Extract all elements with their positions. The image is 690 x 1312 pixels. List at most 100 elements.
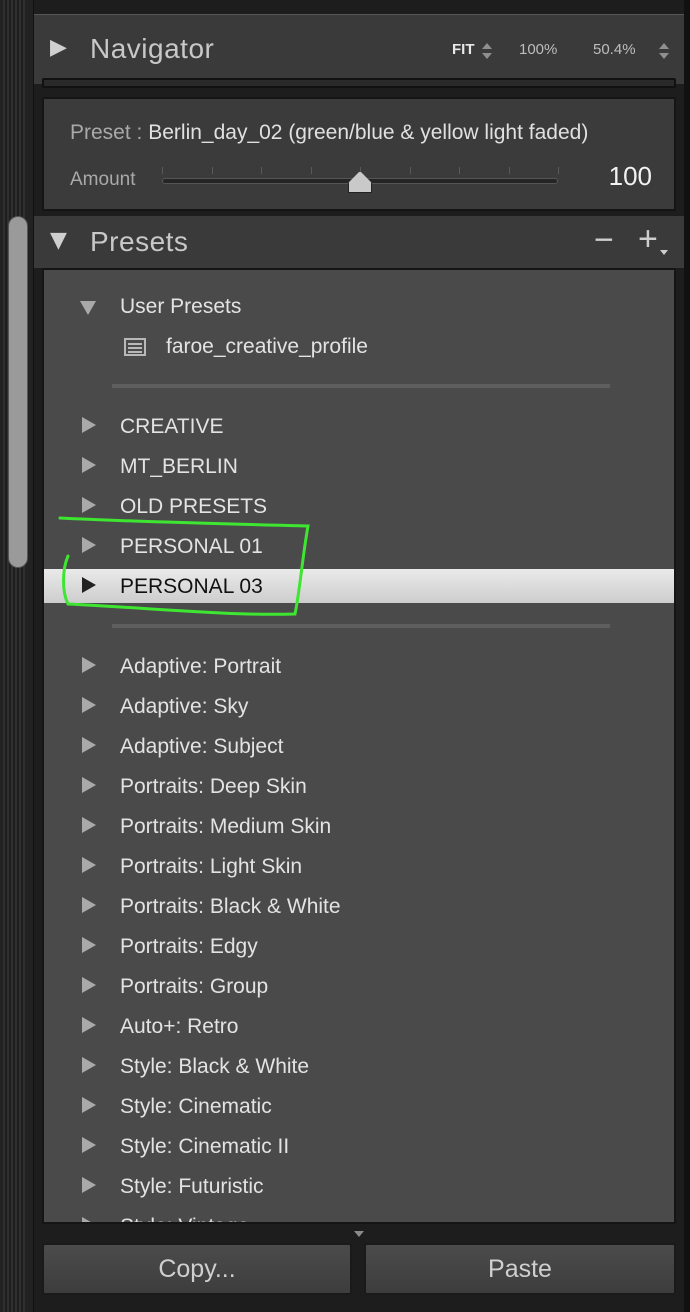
preset-group-row[interactable]: Auto+: Retro [44, 1009, 674, 1045]
preset-group-label: Style: Black & White [120, 1055, 310, 1078]
collapsed-triangle-icon[interactable] [82, 1177, 96, 1193]
preset-group-label: Portraits: Group [120, 975, 269, 998]
preset-list-icon [124, 338, 146, 356]
preset-list: User Presets faroe_creative_profile CREA… [42, 268, 676, 1224]
preset-group-row[interactable]: Portraits: Light Skin [44, 849, 674, 885]
folder-label: OLD PRESETS [120, 495, 268, 518]
list-divider [112, 384, 610, 388]
preset-group-row[interactable]: Style: Cinematic II [44, 1129, 674, 1165]
collapsed-triangle-icon[interactable] [82, 457, 96, 473]
paste-button[interactable]: Paste [364, 1243, 676, 1295]
presets-expand-triangle-icon[interactable]: ▼ [50, 228, 67, 253]
zoom-fit-option[interactable]: FIT [452, 41, 475, 58]
add-preset-dropdown-icon[interactable] [660, 250, 668, 255]
slider-tick [310, 167, 312, 174]
collapsed-triangle-icon[interactable] [82, 537, 96, 553]
preset-label: Preset : [70, 121, 143, 144]
collapsed-triangle-icon[interactable] [82, 417, 96, 433]
zoom-custom-spinner-icon[interactable] [659, 42, 669, 60]
preset-group-label: Style: Cinematic [120, 1095, 272, 1118]
preset-group-row[interactable]: Portraits: Black & White [44, 889, 674, 925]
amount-label: Amount [70, 169, 136, 190]
panel-scrollbar-thumb[interactable] [8, 216, 28, 568]
expanded-triangle-icon[interactable] [80, 301, 96, 315]
list-divider [112, 624, 610, 628]
preset-group-label: Adaptive: Sky [120, 695, 249, 718]
zoom-fit-spinner-icon[interactable] [482, 42, 492, 60]
preset-group-row[interactable]: Style: Cinematic [44, 1089, 674, 1125]
amount-value[interactable]: 100 [609, 161, 652, 192]
folder-old-presets[interactable]: OLD PRESETS [44, 489, 674, 525]
folder-personal-03[interactable]: PERSONAL 03 [44, 569, 674, 603]
preset-group-label: Portraits: Edgy [120, 935, 258, 958]
navigator-header[interactable]: ▶ Navigator FIT 100% 50.4% [34, 14, 684, 84]
panel-resize-caret-icon[interactable] [354, 1231, 364, 1237]
copy-button[interactable]: Copy... [42, 1243, 352, 1295]
collapsed-triangle-icon[interactable] [82, 497, 96, 513]
folder-label: CREATIVE [120, 415, 224, 438]
collapsed-triangle-icon[interactable] [82, 817, 96, 833]
slider-tick [508, 167, 510, 174]
group-user-presets[interactable]: User Presets [44, 289, 674, 325]
preset-group-label: Style: Futuristic [120, 1175, 264, 1198]
preset-group-row[interactable]: Portraits: Deep Skin [44, 769, 674, 805]
slider-tick [261, 167, 262, 174]
folder-label: MT_BERLIN [120, 455, 238, 478]
amount-slider-thumb[interactable] [348, 171, 372, 193]
navigator-collapse-triangle-icon[interactable]: ▶ [50, 35, 67, 60]
folder-label: PERSONAL 03 [120, 575, 263, 598]
collapsed-triangle-icon[interactable] [82, 1097, 96, 1113]
preset-group-row[interactable]: Style: Futuristic [44, 1169, 674, 1205]
preset-group-row[interactable]: Adaptive: Sky [44, 689, 674, 725]
collapsed-triangle-icon[interactable] [82, 1057, 96, 1073]
gutter-texture [3, 0, 25, 1312]
slider-tick [409, 167, 411, 174]
slider-tick [211, 167, 213, 174]
collapsed-triangle-icon[interactable] [82, 857, 96, 873]
collapsed-triangle-icon[interactable] [82, 697, 96, 713]
collapsed-triangle-icon[interactable] [82, 1017, 96, 1033]
panel-right-edge [684, 0, 690, 1312]
preset-group-label: Style: Cinematic II [120, 1135, 290, 1158]
zoom-100-option[interactable]: 100% [519, 41, 557, 58]
collapsed-triangle-icon[interactable] [82, 897, 96, 913]
collapsed-triangle-icon[interactable] [82, 657, 96, 673]
collapsed-triangle-icon[interactable] [82, 777, 96, 793]
folder-personal-01[interactable]: PERSONAL 01 [44, 529, 674, 565]
panel-scroll-gutter [0, 0, 34, 1312]
preset-group-label: Auto+: Retro [120, 1015, 239, 1038]
preset-group-row[interactable]: Portraits: Medium Skin [44, 809, 674, 845]
collapsed-triangle-icon[interactable] [82, 937, 96, 953]
folder-mt-berlin[interactable]: MT_BERLIN [44, 449, 674, 485]
slider-tick [162, 167, 163, 174]
collapsed-triangle-icon[interactable] [82, 1217, 96, 1222]
zoom-custom-option[interactable]: 50.4% [593, 41, 636, 58]
group-label: User Presets [120, 295, 242, 318]
preset-group-row[interactable]: Style: Black & White [44, 1049, 674, 1085]
slider-tick [459, 167, 460, 174]
collapsed-triangle-icon[interactable] [82, 1137, 96, 1153]
navigator-preview-collapsed [42, 78, 676, 88]
current-preset-line: Preset : Berlin_day_02 (green/blue & yel… [70, 121, 588, 145]
preset-group-row[interactable]: Portraits: Edgy [44, 929, 674, 965]
collapsed-triangle-icon[interactable] [82, 977, 96, 993]
preset-name: Berlin_day_02 (green/blue & yellow light… [148, 121, 589, 144]
preset-item-faroe-creative-profile[interactable]: faroe_creative_profile [44, 329, 674, 365]
folder-creative[interactable]: CREATIVE [44, 409, 674, 445]
preset-group-row[interactable]: Portraits: Group [44, 969, 674, 1005]
preset-item-label: faroe_creative_profile [166, 335, 368, 358]
preset-amount-panel: Preset : Berlin_day_02 (green/blue & yel… [42, 97, 676, 211]
folder-label: PERSONAL 01 [120, 535, 263, 558]
preset-group-row[interactable]: Style: Vintage [44, 1209, 674, 1222]
collapsed-triangle-icon[interactable] [82, 577, 96, 593]
preset-group-row[interactable]: Adaptive: Subject [44, 729, 674, 765]
presets-header[interactable]: ▼ Presets − + [34, 216, 684, 268]
remove-preset-icon[interactable]: − [594, 221, 614, 260]
preset-group-row[interactable]: Adaptive: Portrait [44, 649, 674, 685]
preset-group-label: Portraits: Black & White [120, 895, 341, 918]
preset-group-label: Portraits: Light Skin [120, 855, 303, 878]
add-preset-icon[interactable]: + [638, 220, 658, 259]
navigator-title: Navigator [90, 33, 215, 64]
collapsed-triangle-icon[interactable] [82, 737, 96, 753]
slider-tick [558, 167, 559, 174]
